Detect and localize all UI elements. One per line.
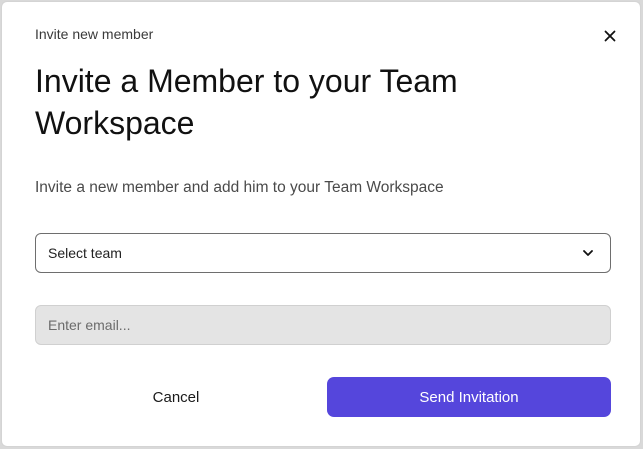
modal-title: Invite a Member to your Team Workspace xyxy=(35,63,458,141)
send-invitation-button[interactable]: Send Invitation xyxy=(327,377,611,417)
email-input[interactable] xyxy=(35,305,611,345)
invite-member-modal: Invite new member Invite a Member to you… xyxy=(1,1,641,447)
close-icon xyxy=(604,30,616,42)
team-select[interactable]: Select team xyxy=(35,233,611,273)
cancel-button[interactable]: Cancel xyxy=(35,377,317,417)
modal-description: Invite a new member and add him to your … xyxy=(35,179,444,196)
modal-header-label: Invite new member xyxy=(35,26,154,42)
chevron-down-icon xyxy=(583,250,593,256)
team-select-value: Select team xyxy=(48,245,122,261)
close-button[interactable] xyxy=(600,26,620,46)
